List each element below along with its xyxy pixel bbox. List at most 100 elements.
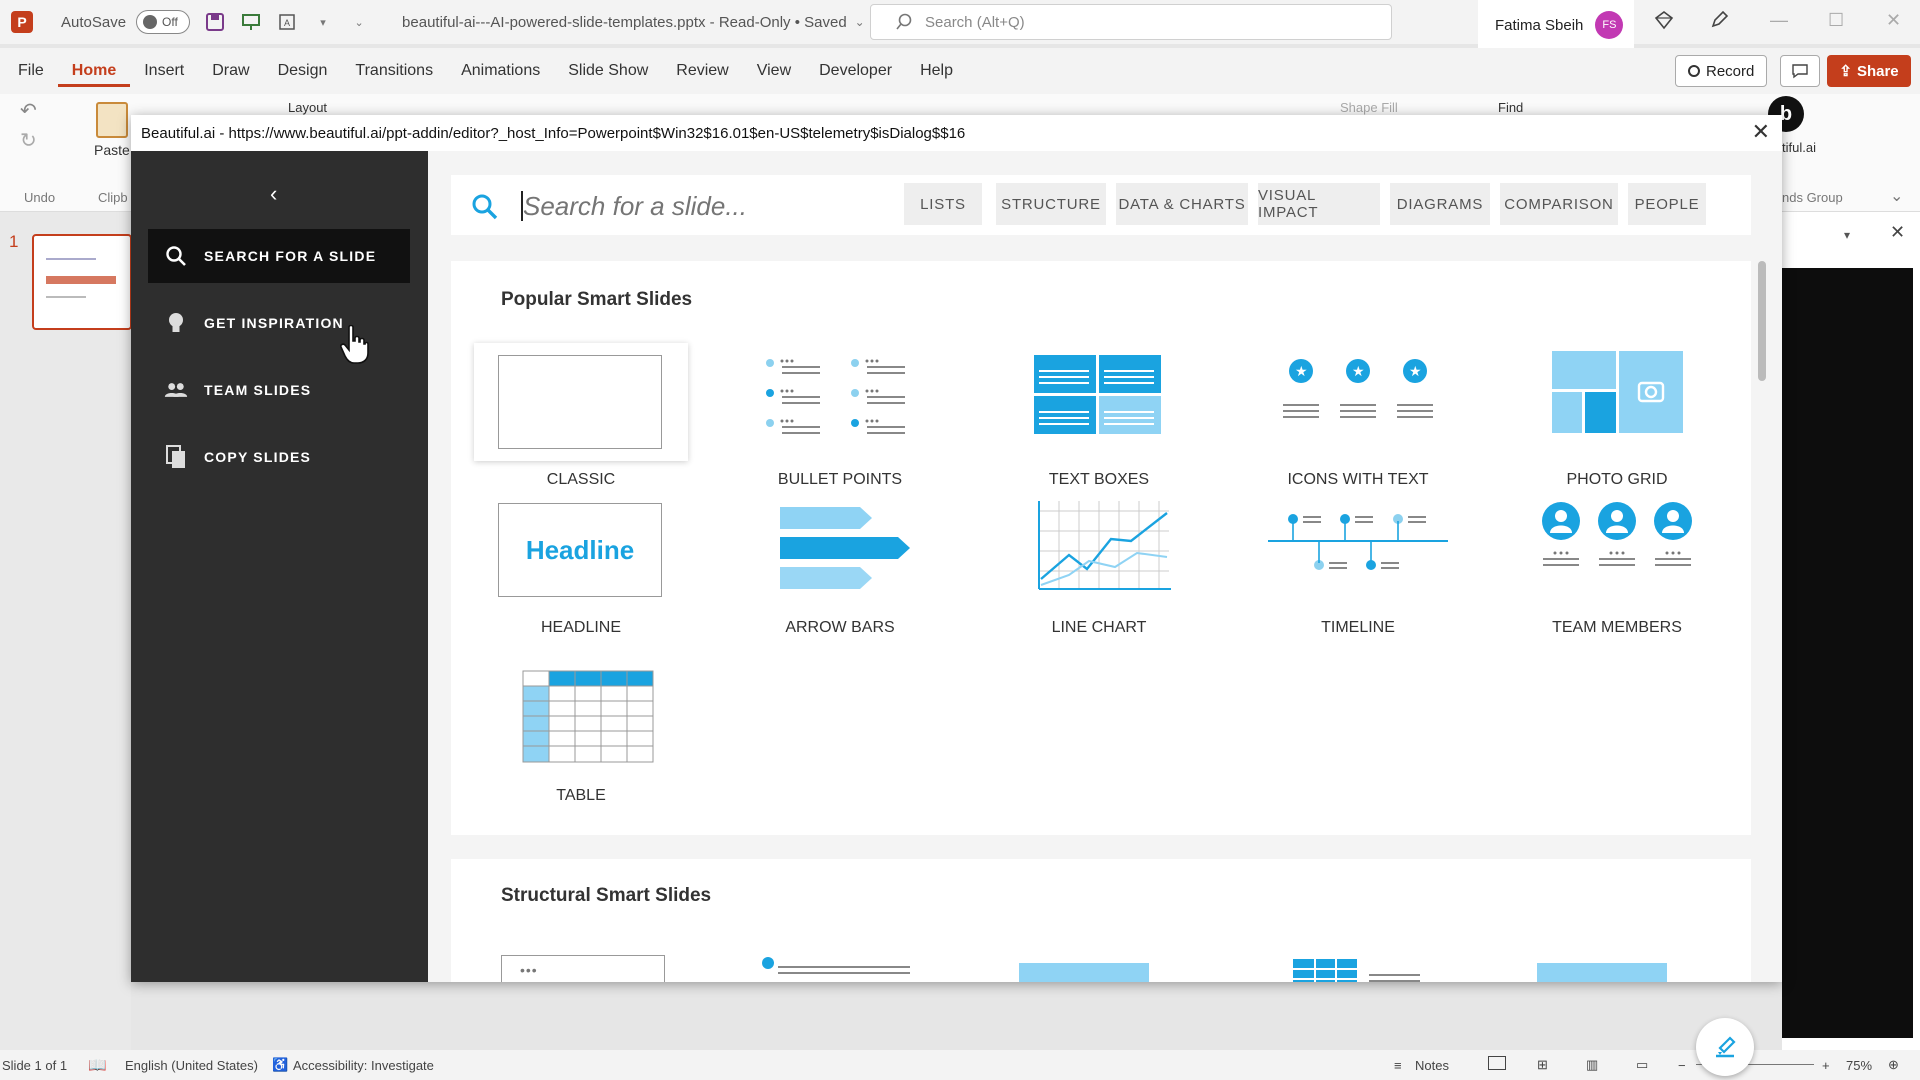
- chevron-down-icon[interactable]: ⌄: [1890, 186, 1903, 206]
- language-status[interactable]: English (United States): [125, 1058, 258, 1073]
- classic-thumbnail: [498, 355, 662, 449]
- filter-visual-impact[interactable]: VISUAL IMPACT: [1258, 183, 1380, 225]
- share-button[interactable]: ⇪ Share: [1827, 55, 1911, 87]
- find-button[interactable]: Find: [1498, 100, 1523, 115]
- normal-view-icon[interactable]: [1488, 1056, 1506, 1070]
- menu-view[interactable]: View: [743, 62, 805, 80]
- spellcheck-icon[interactable]: 📖: [88, 1056, 107, 1074]
- present-icon[interactable]: [240, 11, 262, 33]
- autosave-label: AutoSave: [61, 13, 127, 31]
- minimize-icon[interactable]: —: [1770, 10, 1788, 31]
- sidebar-item-team-slides[interactable]: TEAM SLIDES: [148, 363, 410, 417]
- pen-icon[interactable]: [1709, 10, 1729, 35]
- slide-card-icons-with-text[interactable]: ★ ★ ★ ICONS WITH TEXT: [1253, 343, 1463, 491]
- filter-people[interactable]: PEOPLE: [1628, 183, 1706, 225]
- menu-file[interactable]: File: [4, 62, 58, 80]
- redo-icon[interactable]: ↻: [20, 128, 37, 153]
- back-chevron-icon[interactable]: ‹: [270, 181, 277, 207]
- filter-diagrams[interactable]: DIAGRAMS: [1390, 183, 1490, 225]
- slide-card-bullet-points[interactable]: BULLET POINTS: [735, 343, 945, 491]
- menu-home[interactable]: Home: [57, 62, 131, 87]
- notes-icon[interactable]: ≡: [1394, 1058, 1402, 1073]
- undo-icon[interactable]: ↶: [20, 98, 37, 123]
- zoom-out-icon[interactable]: −: [1678, 1058, 1686, 1073]
- record-icon: [1688, 65, 1700, 77]
- zoom-level[interactable]: 75%: [1846, 1058, 1872, 1073]
- structural-thumbnail[interactable]: [1537, 963, 1667, 982]
- diamond-icon[interactable]: [1654, 10, 1674, 35]
- filter-data-charts[interactable]: DATA & CHARTS: [1116, 183, 1248, 225]
- menu-animations[interactable]: Animations: [447, 62, 554, 80]
- slide-search-input[interactable]: [523, 191, 863, 222]
- document-title[interactable]: beautiful-ai---AI-powered-slide-template…: [402, 14, 847, 31]
- notes-button[interactable]: Notes: [1415, 1058, 1449, 1073]
- format-icon[interactable]: A: [276, 11, 298, 33]
- fit-to-window-icon[interactable]: ⊕: [1888, 1057, 1899, 1073]
- slide-card-table[interactable]: TABLE: [476, 663, 686, 811]
- shape-fill-button[interactable]: Shape Fill: [1340, 100, 1398, 115]
- copy-icon: [164, 444, 188, 470]
- slide-sorter-icon[interactable]: ⊞: [1537, 1057, 1548, 1073]
- close-icon[interactable]: ✕: [1752, 119, 1770, 145]
- chevron-down-icon[interactable]: ▾: [312, 11, 334, 33]
- sidebar-item-copy-slides[interactable]: COPY SLIDES: [148, 430, 410, 484]
- slide-card-team-members[interactable]: TEAM MEMBERS: [1512, 502, 1722, 651]
- card-label: TIMELINE: [1321, 619, 1395, 636]
- close-window-icon[interactable]: ✕: [1886, 10, 1901, 31]
- menu-help[interactable]: Help: [906, 62, 967, 80]
- arrow-bars-thumbnail: [780, 507, 910, 589]
- chevron-down-icon[interactable]: ⌄: [855, 15, 865, 29]
- save-icon[interactable]: [204, 11, 226, 33]
- sidebar-item-label: TEAM SLIDES: [204, 382, 312, 398]
- filter-comparison[interactable]: COMPARISON: [1500, 183, 1618, 225]
- slide-card-headline[interactable]: Headline HEADLINE: [476, 503, 686, 651]
- section-title: Structural Smart Slides: [501, 885, 712, 906]
- slide-card-line-chart[interactable]: LINE CHART: [994, 501, 1204, 651]
- filter-lists[interactable]: LISTS: [904, 183, 982, 225]
- addin-label[interactable]: tiful.ai: [1782, 140, 1816, 155]
- slide-card-timeline[interactable]: TIMELINE: [1253, 503, 1463, 651]
- zoom-in-icon[interactable]: +: [1822, 1058, 1830, 1073]
- paste-icon[interactable]: [96, 102, 128, 138]
- accessibility-status[interactable]: Accessibility: Investigate: [293, 1058, 434, 1073]
- scrollbar-thumb[interactable]: [1758, 261, 1766, 381]
- search-input[interactable]: Search (Alt+Q): [870, 4, 1392, 40]
- slide-card-classic[interactable]: CLASSIC: [474, 343, 688, 491]
- menu-slide-show[interactable]: Slide Show: [554, 62, 662, 80]
- close-pane-icon[interactable]: ✕: [1890, 222, 1905, 243]
- structural-thumbnail[interactable]: [1019, 963, 1149, 982]
- reading-view-icon[interactable]: ▥: [1586, 1057, 1598, 1073]
- menu-design[interactable]: Design: [264, 62, 342, 80]
- autosave-toggle[interactable]: Off: [136, 10, 191, 34]
- comment-button[interactable]: [1780, 55, 1820, 87]
- slide-thumbnail[interactable]: [32, 234, 132, 330]
- record-button[interactable]: Record: [1675, 55, 1768, 87]
- slide-card-text-boxes[interactable]: TEXT BOXES: [994, 343, 1204, 491]
- filter-structure[interactable]: STRUCTURE: [996, 183, 1106, 225]
- slide-card-arrow-bars[interactable]: ARROW BARS: [735, 503, 945, 651]
- sidebar-item-inspiration[interactable]: GET INSPIRATION: [148, 296, 410, 350]
- menu-developer[interactable]: Developer: [805, 62, 906, 80]
- headline-thumbnail: Headline: [498, 503, 662, 597]
- sidebar-item-search[interactable]: SEARCH FOR A SLIDE: [148, 229, 410, 283]
- slideshow-icon[interactable]: ▭: [1636, 1057, 1648, 1073]
- structural-thumbnail[interactable]: •••: [501, 955, 665, 982]
- menu-transitions[interactable]: Transitions: [341, 62, 447, 80]
- clipboard-group-label: Clipb: [98, 190, 128, 205]
- menu-insert[interactable]: Insert: [130, 62, 198, 80]
- user-account[interactable]: Fatima Sbeih FS: [1478, 0, 1634, 50]
- menu-review[interactable]: Review: [662, 62, 742, 80]
- dialog-main: LISTS STRUCTURE DATA & CHARTS VISUAL IMP…: [428, 151, 1782, 982]
- slide-card-photo-grid[interactable]: PHOTO GRID: [1512, 343, 1722, 491]
- customize-toolbar-icon[interactable]: ⌄: [348, 11, 370, 33]
- menu-draw[interactable]: Draw: [198, 62, 263, 80]
- video-preview: [1782, 268, 1913, 1038]
- structural-thumbnail[interactable]: [760, 955, 920, 982]
- paste-label[interactable]: Paste: [94, 142, 130, 158]
- floating-action-button[interactable]: [1696, 1018, 1754, 1076]
- maximize-icon[interactable]: ☐: [1828, 10, 1844, 31]
- layout-button[interactable]: Layout: [288, 100, 327, 115]
- structural-thumbnail[interactable]: [1278, 955, 1438, 982]
- chevron-down-icon[interactable]: ▾: [1844, 228, 1850, 242]
- accessibility-icon[interactable]: ♿: [272, 1057, 288, 1073]
